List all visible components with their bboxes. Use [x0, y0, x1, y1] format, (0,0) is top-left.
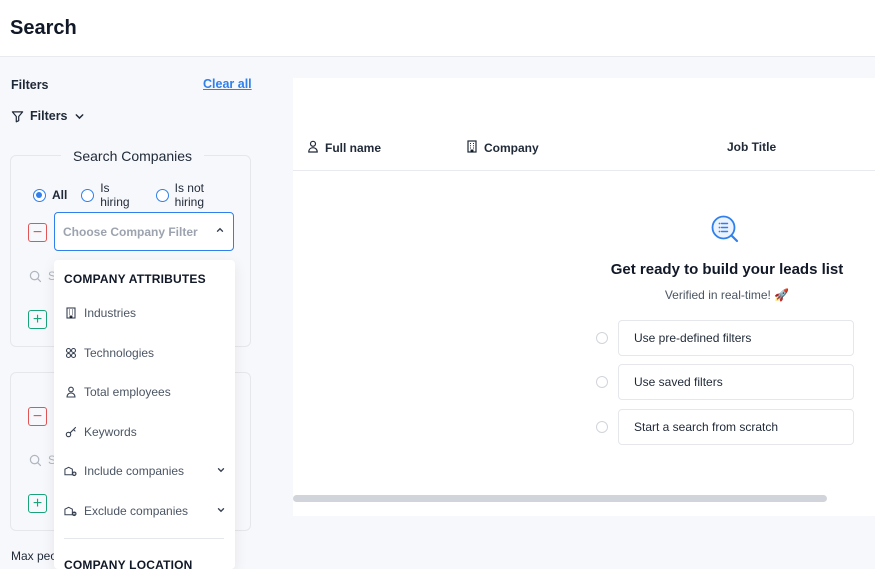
option-search-from-scratch[interactable]: Start a search from scratch	[596, 409, 854, 445]
dropdown-item-total-employees[interactable]: Total employees	[64, 385, 226, 399]
column-full-name[interactable]: Full name	[307, 140, 381, 156]
option-radio[interactable]	[596, 332, 608, 344]
option-radio[interactable]	[596, 376, 608, 388]
building-icon	[64, 307, 77, 320]
dropdown-item-label: Technologies	[84, 346, 155, 360]
radio-is-not-hiring-control[interactable]	[155, 188, 169, 202]
remove-filter-button-2[interactable]: −	[28, 407, 47, 426]
dropdown-item-label: Industries	[84, 306, 137, 320]
top-bar: Search	[0, 0, 875, 57]
chevron-down-icon	[74, 111, 85, 122]
radio-all-label: All	[52, 188, 68, 202]
company-remove-icon	[64, 505, 77, 518]
column-job-title-label: Job Title	[727, 140, 777, 154]
search-companies-legend: Search Companies	[61, 148, 205, 164]
chevron-down-icon[interactable]	[216, 504, 226, 518]
radio-is-hiring-label: Is hiring	[100, 181, 130, 209]
dropdown-item-technologies[interactable]: Technologies	[64, 346, 226, 360]
second-search-stub[interactable]: S	[29, 453, 56, 467]
option-saved-filters-box[interactable]: Use saved filters	[618, 364, 854, 400]
option-predefined-filters-box[interactable]: Use pre-defined filters	[618, 320, 854, 356]
option-search-from-scratch-box[interactable]: Start a search from scratch	[618, 409, 854, 445]
results-panel: Full name Company Job Title Get ready to…	[293, 78, 875, 516]
company-filter-select[interactable]: Choose Company Filter	[54, 212, 234, 251]
chevron-down-icon[interactable]	[216, 464, 226, 478]
page-title: Search	[10, 17, 77, 39]
dropdown-item-label: Exclude companies	[84, 504, 189, 518]
filters-toggle-button[interactable]: Filters	[11, 109, 85, 123]
technologies-icon	[64, 347, 77, 360]
radio-is-hiring[interactable]: Is hiring	[81, 181, 141, 209]
filters-toggle-label: Filters	[30, 109, 68, 123]
dropdown-item-exclude-companies[interactable]: Exclude companies	[64, 504, 226, 518]
dropdown-item-label: Total employees	[84, 385, 171, 399]
dropdown-item-keywords[interactable]: Keywords	[64, 425, 226, 439]
add-filter-button-2[interactable]: +	[28, 494, 47, 513]
person-icon	[307, 140, 319, 156]
radio-all[interactable]: All	[33, 188, 67, 202]
radio-is-not-hiring[interactable]: Is not hiring	[155, 181, 236, 209]
building-icon	[466, 140, 478, 156]
company-search-stub[interactable]: S	[29, 269, 56, 283]
option-radio[interactable]	[596, 421, 608, 433]
option-predefined-filters[interactable]: Use pre-defined filters	[596, 320, 854, 356]
max-people-label: Max peo	[11, 549, 58, 563]
company-attributes-heading: COMPANY ATTRIBUTES	[64, 272, 206, 286]
column-job-title[interactable]: Job Title	[727, 140, 776, 154]
filters-title: Filters	[11, 78, 49, 92]
funnel-icon	[11, 110, 24, 123]
dropdown-item-label: Keywords	[84, 425, 137, 439]
empty-state-subtitle: Verified in real-time! 🚀	[664, 288, 790, 302]
hiring-radio-group: All Is hiring Is not hiring	[33, 181, 250, 209]
column-company[interactable]: Company	[466, 140, 539, 156]
remove-filter-button[interactable]: −	[28, 223, 47, 242]
radio-all-control[interactable]	[33, 188, 46, 202]
dropdown-divider	[64, 538, 224, 539]
empty-state-title: Get ready to build your leads list	[610, 261, 844, 278]
key-icon	[64, 426, 77, 439]
search-icon	[29, 270, 42, 282]
radio-is-hiring-control[interactable]	[81, 188, 95, 202]
column-company-label: Company	[484, 141, 539, 155]
horizontal-scrollbar[interactable]	[293, 495, 827, 502]
option-saved-filters[interactable]: Use saved filters	[596, 364, 854, 400]
search-icon	[29, 454, 42, 466]
dropdown-item-include-companies[interactable]: Include companies	[64, 464, 226, 478]
table-header-divider	[293, 170, 875, 171]
clear-all-link[interactable]: Clear all	[203, 77, 252, 91]
radio-is-not-hiring-label: Is not hiring	[174, 181, 204, 209]
chevron-up-icon	[215, 225, 225, 238]
company-filter-dropdown: COMPANY ATTRIBUTES Industries Technologi…	[54, 260, 235, 569]
column-full-name-label: Full name	[325, 141, 382, 155]
add-filter-button[interactable]: +	[28, 310, 47, 329]
company-add-icon	[64, 465, 77, 478]
dropdown-item-label: Include companies	[84, 464, 185, 478]
person-icon	[64, 386, 77, 399]
company-filter-placeholder: Choose Company Filter	[63, 224, 198, 239]
dropdown-item-industries[interactable]: Industries	[64, 306, 226, 320]
search-list-icon	[710, 214, 740, 249]
company-location-heading: COMPANY LOCATION	[64, 558, 193, 569]
